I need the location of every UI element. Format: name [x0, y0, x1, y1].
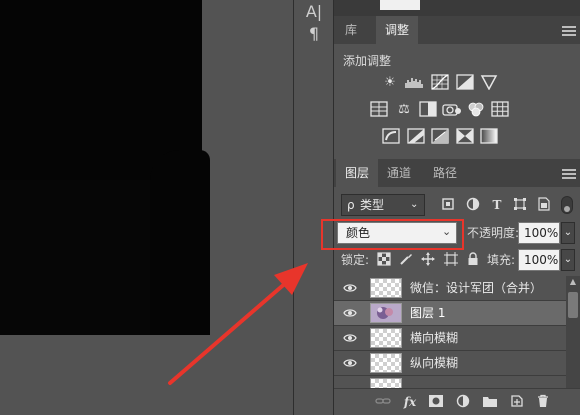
layer-thumbnail	[370, 328, 402, 348]
paragraph-panel-icon[interactable]: ¶	[300, 22, 328, 46]
layer-name: 纵向模糊	[410, 356, 459, 370]
fill-input[interactable]: 100%	[518, 249, 560, 271]
character-panel-icon[interactable]: A|	[300, 0, 328, 24]
opacity-dropdown-button[interactable]: ⌄	[561, 222, 575, 244]
lock-all-icon[interactable]	[465, 252, 481, 268]
eye-icon[interactable]	[343, 357, 357, 369]
layer-thumbnail	[370, 378, 402, 388]
lock-label: 锁定:	[341, 253, 370, 267]
eye-icon[interactable]	[343, 332, 357, 344]
hue-saturation-icon[interactable]	[369, 101, 389, 119]
brightness-contrast-icon[interactable]: ☀	[380, 74, 400, 92]
highlight-box	[321, 219, 464, 250]
layer-thumbnail	[370, 278, 402, 298]
annotation-arrow	[168, 263, 308, 385]
filter-type-layers-icon[interactable]: T	[489, 197, 505, 213]
adjustments-title: 添加调整	[343, 54, 392, 68]
fill-label: 填充:	[487, 253, 516, 267]
invert-icon[interactable]	[381, 128, 401, 146]
new-group-folder-icon[interactable]	[481, 394, 499, 410]
layers-panel-tabbar: 图层 通道 路径	[334, 159, 580, 187]
tab-adjustments[interactable]: 调整	[376, 16, 419, 44]
layer-row[interactable]: 微信：设计军团（合并）	[334, 276, 566, 301]
layers-bottom-toolbar: fx	[334, 388, 580, 415]
panel-menu-icon[interactable]	[562, 26, 576, 36]
tab-library[interactable]: 库	[336, 16, 366, 44]
lock-transparent-pixels-icon[interactable]	[376, 252, 392, 268]
color-balance-icon[interactable]: ⚖	[394, 101, 414, 119]
layer-row-selected[interactable]: 图层 1	[334, 301, 566, 326]
fill-dropdown-button[interactable]: ⌄	[561, 249, 575, 271]
layer-row-partial[interactable]	[334, 376, 566, 388]
posterize-icon[interactable]	[406, 128, 426, 146]
tab-channels[interactable]: 通道	[378, 159, 420, 187]
layer-row[interactable]: 横向模糊	[334, 326, 566, 351]
curves-icon[interactable]	[430, 74, 450, 92]
top-strip	[334, 0, 580, 16]
layer-style-fx-icon[interactable]: fx	[401, 394, 419, 410]
selective-color-icon[interactable]	[455, 128, 475, 146]
color-lookup-icon[interactable]	[490, 101, 510, 119]
layer-thumbnail	[370, 303, 402, 323]
photo-filter-icon[interactable]	[442, 101, 462, 119]
layer-name: 图层 1	[410, 306, 446, 320]
eye-icon[interactable]	[343, 307, 357, 319]
lock-artboard-icon[interactable]	[443, 252, 459, 268]
tab-paths[interactable]: 路径	[424, 159, 466, 187]
layer-filter-select[interactable]: ρ 类型 ⌄	[341, 194, 425, 216]
levels-icon[interactable]	[404, 74, 424, 92]
vibrance-icon[interactable]	[479, 74, 499, 92]
filter-pixel-layers-icon[interactable]	[440, 197, 456, 213]
new-adjustment-layer-icon[interactable]	[454, 394, 472, 410]
opacity-label: 不透明度:	[467, 226, 520, 240]
scrollbar-thumb[interactable]	[568, 292, 578, 318]
channel-mixer-icon[interactable]	[466, 101, 486, 119]
lock-position-icon[interactable]	[420, 252, 436, 268]
layer-thumbnail	[370, 353, 402, 373]
exposure-icon[interactable]	[455, 74, 475, 92]
filter-toggle[interactable]	[561, 196, 573, 214]
layer-name: 微信：设计军团（合并）	[410, 281, 543, 295]
gradient-map-icon[interactable]	[479, 128, 499, 146]
layer-row[interactable]: 纵向模糊	[334, 351, 566, 376]
filter-smart-objects-icon[interactable]	[536, 197, 552, 213]
chevron-down-icon: ⌄	[410, 199, 419, 210]
top-panel-tabbar: 库 调整	[334, 16, 580, 44]
black-white-icon[interactable]	[418, 101, 438, 119]
opacity-input[interactable]: 100%	[518, 222, 560, 244]
layer-filter-label: 类型	[360, 198, 385, 212]
link-layers-icon[interactable]	[374, 394, 392, 410]
tab-layers[interactable]: 图层	[336, 159, 379, 187]
filter-adjustment-layers-icon[interactable]	[465, 197, 481, 213]
delete-layer-icon[interactable]	[534, 394, 552, 410]
new-layer-icon[interactable]	[508, 394, 526, 410]
layers-panel-menu-icon[interactable]	[562, 169, 576, 179]
layer-name: 横向模糊	[410, 331, 459, 345]
filter-toggle-knob	[564, 206, 570, 212]
filter-shape-layers-icon[interactable]	[512, 197, 528, 213]
top-strip-preview	[380, 0, 420, 10]
scroll-up-arrow-icon[interactable]: ▲	[566, 276, 580, 288]
eye-icon[interactable]	[343, 282, 357, 294]
lock-image-pixels-icon[interactable]	[398, 252, 414, 268]
threshold-icon[interactable]	[430, 128, 450, 146]
search-icon: ρ	[347, 198, 355, 212]
add-mask-icon[interactable]	[427, 394, 445, 410]
